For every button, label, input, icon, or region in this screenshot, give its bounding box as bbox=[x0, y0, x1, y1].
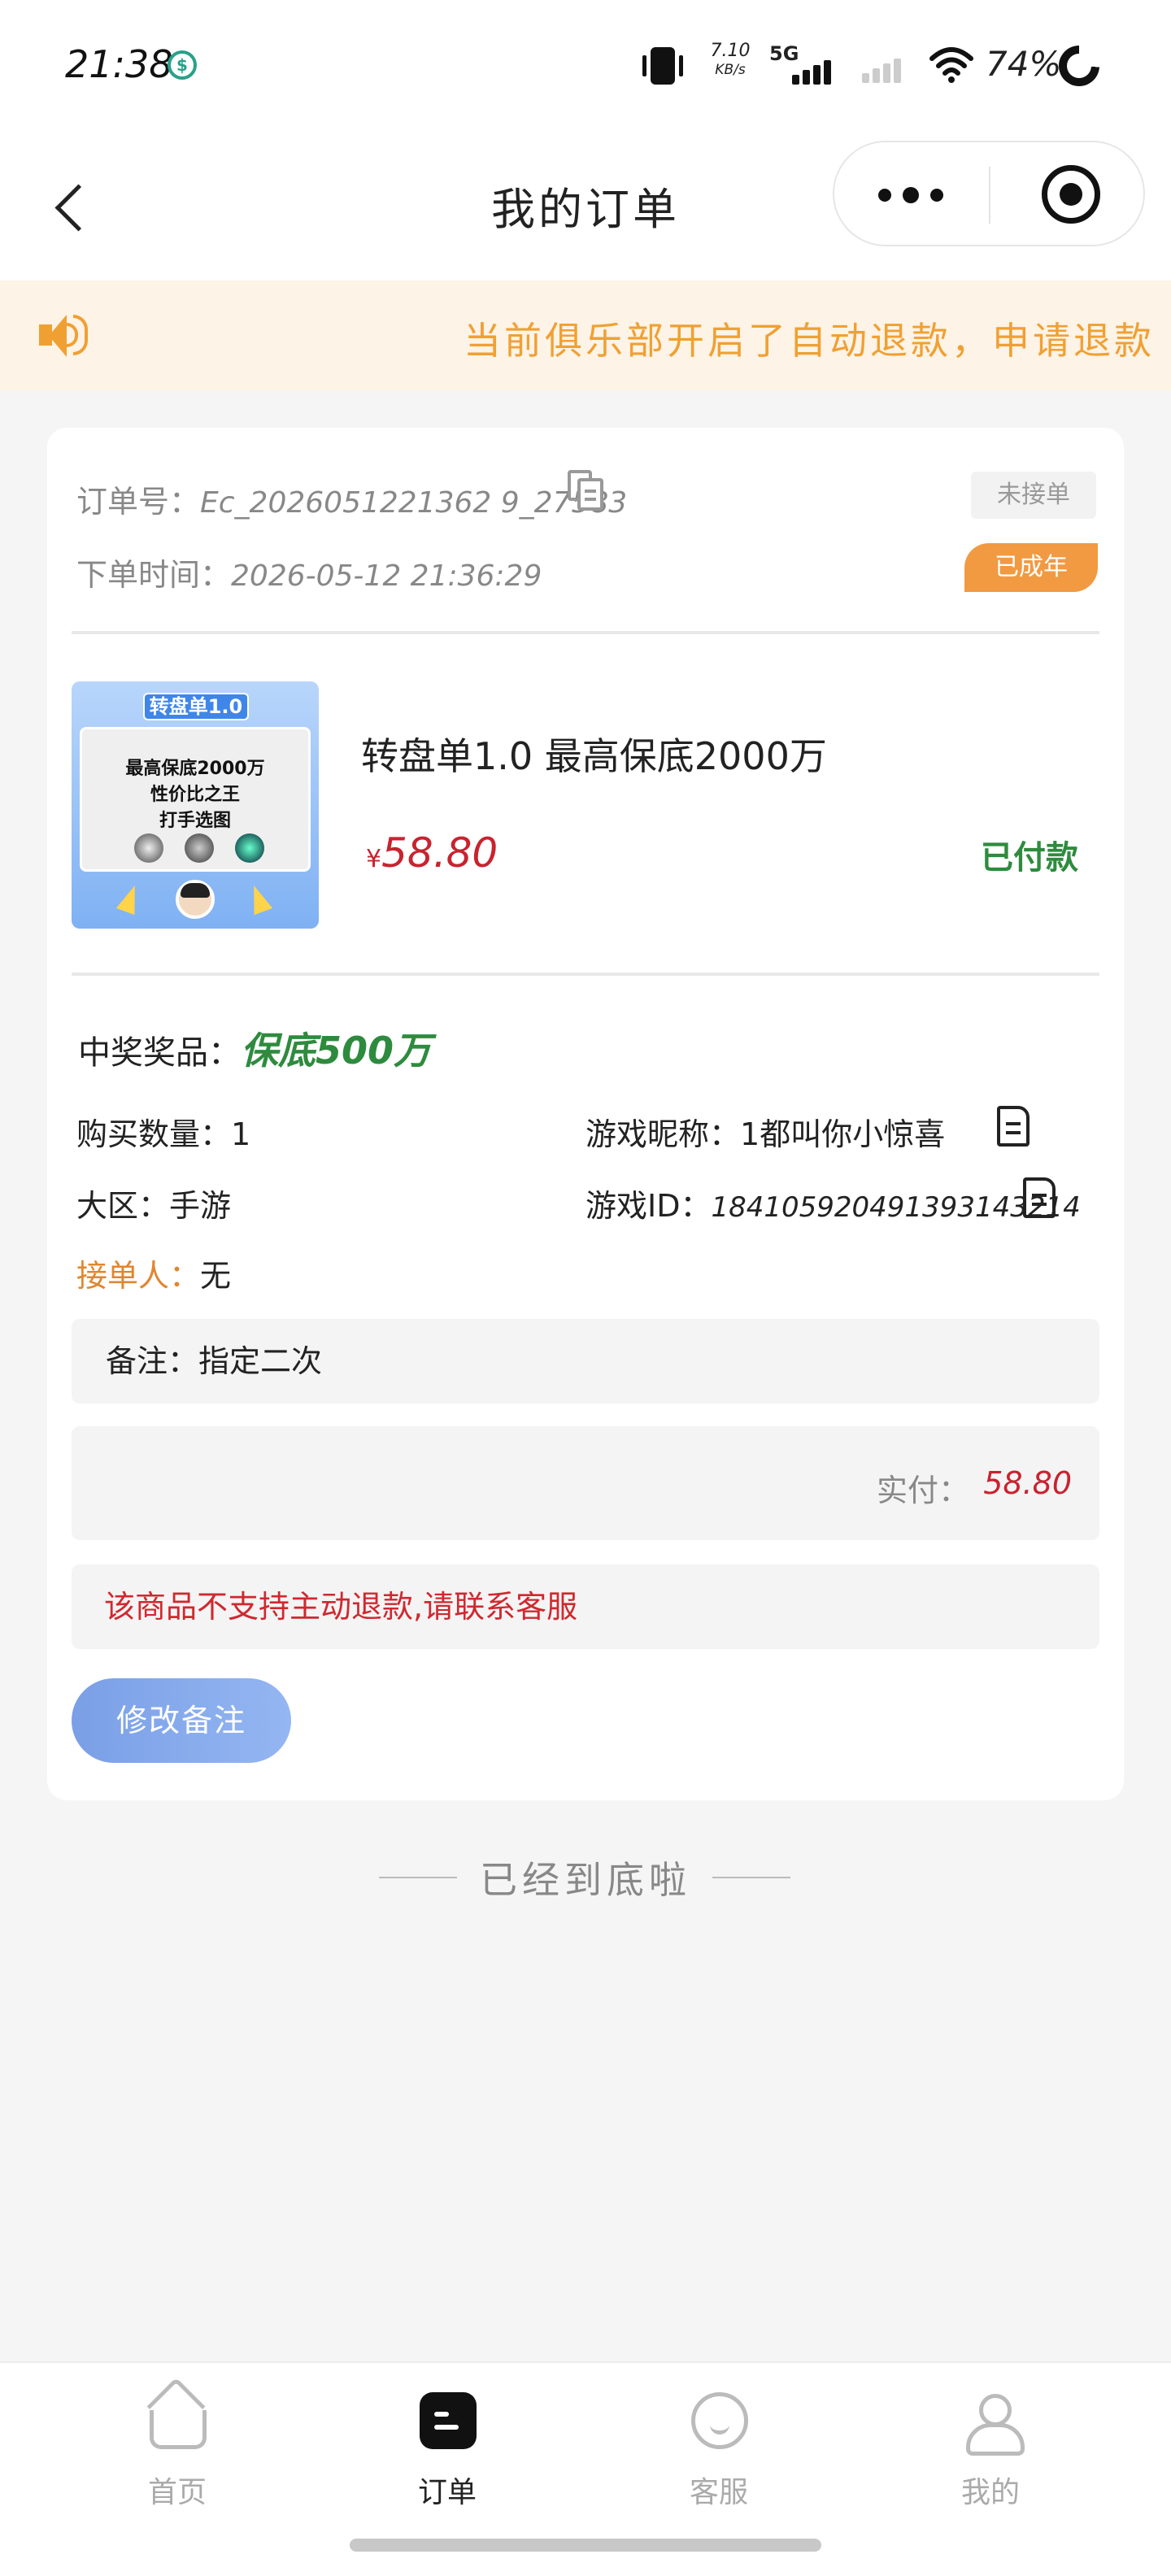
product-image-box: 最高保底2000万 性价比之王 打手选图 bbox=[80, 727, 311, 872]
product-image-banner: 转盘单1.0 bbox=[143, 693, 249, 720]
tab-label: 客服 bbox=[689, 2476, 748, 2509]
battery-level: 74% bbox=[986, 44, 1062, 84]
product-image-line: 性价比之王 bbox=[150, 785, 240, 805]
prize: 中奖奖品：保底500万 bbox=[78, 1029, 432, 1073]
divider bbox=[712, 1877, 790, 1878]
tab-customer-service[interactable]: 客服 bbox=[638, 2392, 800, 2514]
region: 大区：手游 bbox=[76, 1188, 232, 1224]
orb-icon bbox=[235, 833, 264, 863]
status-time: 21:38 bbox=[65, 42, 173, 86]
product-image[interactable]: 转盘单1.0 最高保底2000万 性价比之王 打手选图 bbox=[72, 681, 319, 929]
tab-label: 订单 bbox=[417, 2476, 477, 2509]
quantity: 购买数量：1 bbox=[76, 1116, 251, 1152]
adult-badge: 已成年 bbox=[964, 543, 1098, 592]
product-image-line: 最高保底2000万 bbox=[125, 759, 265, 779]
hongkong-dollar-icon: $ bbox=[168, 50, 197, 80]
user-icon bbox=[963, 2392, 1025, 2456]
divider bbox=[72, 973, 1099, 976]
bolt-icon bbox=[244, 881, 273, 916]
avatar bbox=[176, 880, 215, 919]
order-card: 订单号：Ec_2026051221362 9_27583 未接单 下单时间：20… bbox=[47, 428, 1124, 1800]
order-icon bbox=[420, 2392, 477, 2449]
tab-orders[interactable]: 订单 bbox=[366, 2392, 529, 2514]
orb-icon bbox=[134, 833, 163, 863]
signal-icon bbox=[862, 59, 904, 83]
home-icon bbox=[150, 2410, 207, 2449]
orb-icon bbox=[185, 833, 214, 863]
paid-amount: 58.80 bbox=[983, 1465, 1072, 1501]
remark-box: 备注：指定二次 bbox=[72, 1319, 1099, 1403]
product-image-line: 打手选图 bbox=[159, 811, 231, 831]
notice-text: 当前俱乐部开启了自动退款，申请退款 bbox=[464, 319, 1155, 363]
customer-service-icon bbox=[691, 2392, 748, 2449]
home-indicator[interactable] bbox=[350, 2539, 821, 2552]
tab-label: 首页 bbox=[147, 2476, 207, 2509]
status-badge: 未接单 bbox=[971, 472, 1096, 519]
signal-5g-icon: 5G bbox=[769, 42, 834, 85]
tab-me[interactable]: 我的 bbox=[909, 2392, 1072, 2514]
capsule-divider bbox=[989, 167, 990, 224]
game-id: 游戏ID：184105920491393143214 bbox=[586, 1188, 1081, 1224]
copy-game-id-icon[interactable] bbox=[1023, 1177, 1056, 1218]
product-name: 转盘单1.0 最高保底2000万 bbox=[361, 734, 827, 778]
speaker-icon bbox=[39, 311, 88, 360]
copy-icon[interactable] bbox=[568, 470, 605, 511]
paid-box: 实付： 58.80 bbox=[72, 1426, 1099, 1540]
tab-home[interactable]: 首页 bbox=[96, 2392, 259, 2514]
network-speed: 7.10 KB/s bbox=[710, 41, 751, 79]
game-nickname: 游戏昵称：1都叫你小惊喜 bbox=[586, 1116, 946, 1152]
notice-bar: 当前俱乐部开启了自动退款，申请退款 bbox=[0, 281, 1171, 390]
bolt-icon bbox=[115, 881, 145, 916]
tab-label: 我的 bbox=[960, 2476, 1020, 2509]
product-price: ¥58.80 bbox=[366, 829, 498, 877]
more-dots-icon[interactable] bbox=[834, 142, 989, 248]
order-time: 下单时间：2026-05-12 21:36:29 bbox=[76, 557, 542, 593]
wifi-icon bbox=[929, 47, 973, 83]
pay-status: 已付款 bbox=[981, 839, 1078, 877]
paid-label: 实付： bbox=[876, 1473, 969, 1508]
order-number: 订单号：Ec_2026051221362 9_27583 bbox=[76, 484, 628, 520]
vibrate-icon bbox=[642, 47, 683, 85]
end-of-list-tip: 已经到底啦 bbox=[480, 1858, 691, 1902]
divider bbox=[72, 631, 1099, 634]
mini-program-capsule bbox=[833, 141, 1145, 246]
nav-bar: 我的订单 bbox=[0, 134, 1171, 281]
edit-remark-button[interactable]: 修改备注 bbox=[72, 1678, 291, 1763]
status-bar: 21:38 $ 7.10 KB/s 5G 74% bbox=[0, 0, 1171, 134]
order-taker: 接单人：无 bbox=[76, 1258, 232, 1294]
battery-ring-icon bbox=[1059, 46, 1099, 86]
copy-nickname-icon[interactable] bbox=[997, 1106, 1030, 1147]
target-icon[interactable] bbox=[1042, 165, 1100, 224]
refund-note: 该商品不支持主动退款,请联系客服 bbox=[72, 1564, 1099, 1649]
